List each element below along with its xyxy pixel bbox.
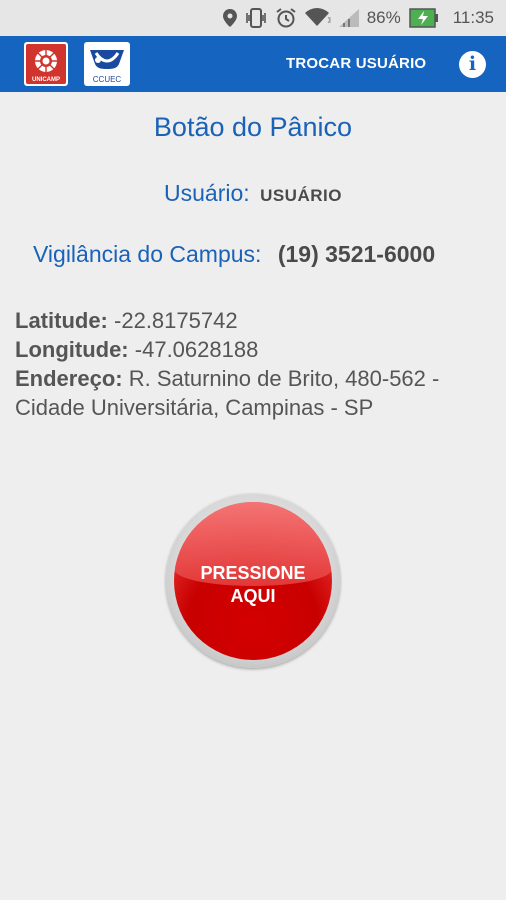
app-bar: [0, 36, 506, 92]
panic-button-line1: PRESSIONE: [200, 563, 306, 583]
location-icon: [222, 9, 237, 27]
switch-user-button[interactable]: TROCAR USUÁRIO: [286, 36, 426, 92]
campus-security-line: Vigilância do Campus: (19) 3521-6000: [33, 241, 435, 268]
user-line: Usuário: USUÁRIO: [0, 180, 506, 207]
panic-button-label[interactable]: PRESSIONE AQUI: [174, 562, 332, 608]
battery-charging-icon: [408, 8, 439, 28]
campus-security-label: Vigilância do Campus:: [33, 241, 262, 267]
ccuec-logo-text: CCUEC: [92, 75, 122, 84]
status-bar: 86% 11:35: [0, 0, 506, 36]
panic-button-face[interactable]: PRESSIONE AQUI: [174, 502, 332, 660]
campus-security-phone[interactable]: (19) 3521-6000: [278, 241, 435, 267]
location-info: Latitude: -22.8175742 Longitude: -47.062…: [15, 306, 495, 422]
panic-button[interactable]: PRESSIONE AQUI: [166, 494, 340, 668]
user-value: USUÁRIO: [260, 186, 342, 205]
signal-icon: [338, 9, 359, 27]
panic-button-line2: AQUI: [230, 586, 276, 606]
user-label: Usuário:: [164, 180, 250, 206]
unicamp-logo: UNICAMP: [24, 42, 68, 86]
latitude-row: Latitude: -22.8175742: [15, 306, 495, 335]
info-icon[interactable]: i: [459, 51, 486, 78]
unicamp-logo-text: UNICAMP: [32, 77, 60, 83]
latitude-label: Latitude:: [15, 308, 108, 333]
longitude-value: -47.0628188: [134, 337, 259, 362]
longitude-label: Longitude:: [15, 337, 129, 362]
wifi-icon: [304, 8, 331, 28]
page-title: Botão do Pânico: [153, 112, 353, 142]
battery-percentage: 86%: [366, 8, 401, 27]
address-row: Endereço: R. Saturnino de Brito, 480-562…: [15, 364, 495, 422]
longitude-row: Longitude: -47.0628188: [15, 335, 495, 364]
ccuec-logo: CCUEC: [84, 42, 130, 86]
alarm-icon: [275, 7, 297, 29]
clock: 11:35: [452, 8, 494, 27]
address-label: Endereço:: [15, 366, 123, 391]
latitude-value: -22.8175742: [114, 308, 238, 333]
vibrate-icon: [245, 8, 267, 28]
